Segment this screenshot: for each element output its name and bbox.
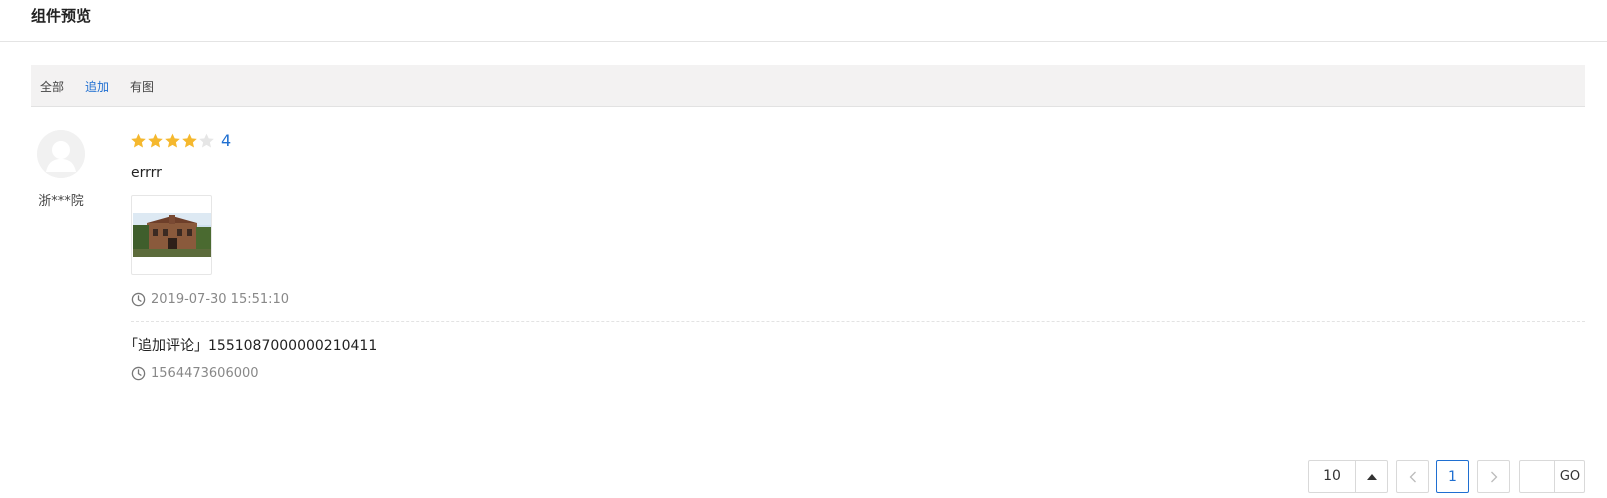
user-avatar-icon [37, 130, 85, 178]
building-photo [133, 213, 211, 257]
next-page-button[interactable] [1477, 460, 1510, 493]
append-review-text: 「追加评论」1551087000000210411 [124, 338, 378, 354]
chevron-left-icon [1409, 471, 1416, 482]
chevron-right-icon [1490, 471, 1497, 482]
clock-icon [131, 292, 146, 307]
append-time-text: 1564473606000 [151, 366, 259, 381]
star-icon [148, 133, 163, 147]
rating-value: 4 [221, 131, 232, 150]
tab-all[interactable]: 全部 [40, 78, 64, 95]
filter-bar: 全部 追加 有图 [31, 65, 1585, 107]
caret-up-icon [1367, 473, 1377, 480]
divider [131, 321, 1585, 322]
append-time: 1564473606000 [131, 366, 259, 381]
star-rating [130, 131, 215, 149]
page-size-toggle[interactable] [1355, 461, 1388, 492]
star-icon [199, 133, 214, 147]
page-number-button[interactable]: 1 [1436, 460, 1469, 493]
prev-page-button[interactable] [1396, 460, 1429, 493]
review-time: 2019-07-30 15:51:10 [131, 292, 289, 307]
page-size-select[interactable]: 10 [1308, 460, 1388, 493]
tab-append[interactable]: 追加 [85, 78, 109, 95]
star-icon [131, 133, 146, 147]
review-text: errrr [131, 165, 162, 181]
tab-with-image[interactable]: 有图 [130, 78, 154, 95]
page-header: 组件预览 [0, 0, 1607, 42]
page-title: 组件预览 [31, 7, 92, 25]
review-time-text: 2019-07-30 15:51:10 [151, 292, 290, 307]
star-icon [182, 133, 197, 147]
review-image[interactable] [131, 195, 212, 275]
page-jump: GO [1519, 460, 1585, 493]
page-size-value: 10 [1323, 468, 1341, 484]
user-name: 浙***院 [38, 194, 84, 209]
avatar [37, 130, 85, 178]
star-icon [165, 133, 180, 147]
go-button[interactable]: GO [1554, 461, 1585, 492]
page-jump-input[interactable] [1520, 461, 1554, 492]
clock-icon [131, 366, 146, 381]
